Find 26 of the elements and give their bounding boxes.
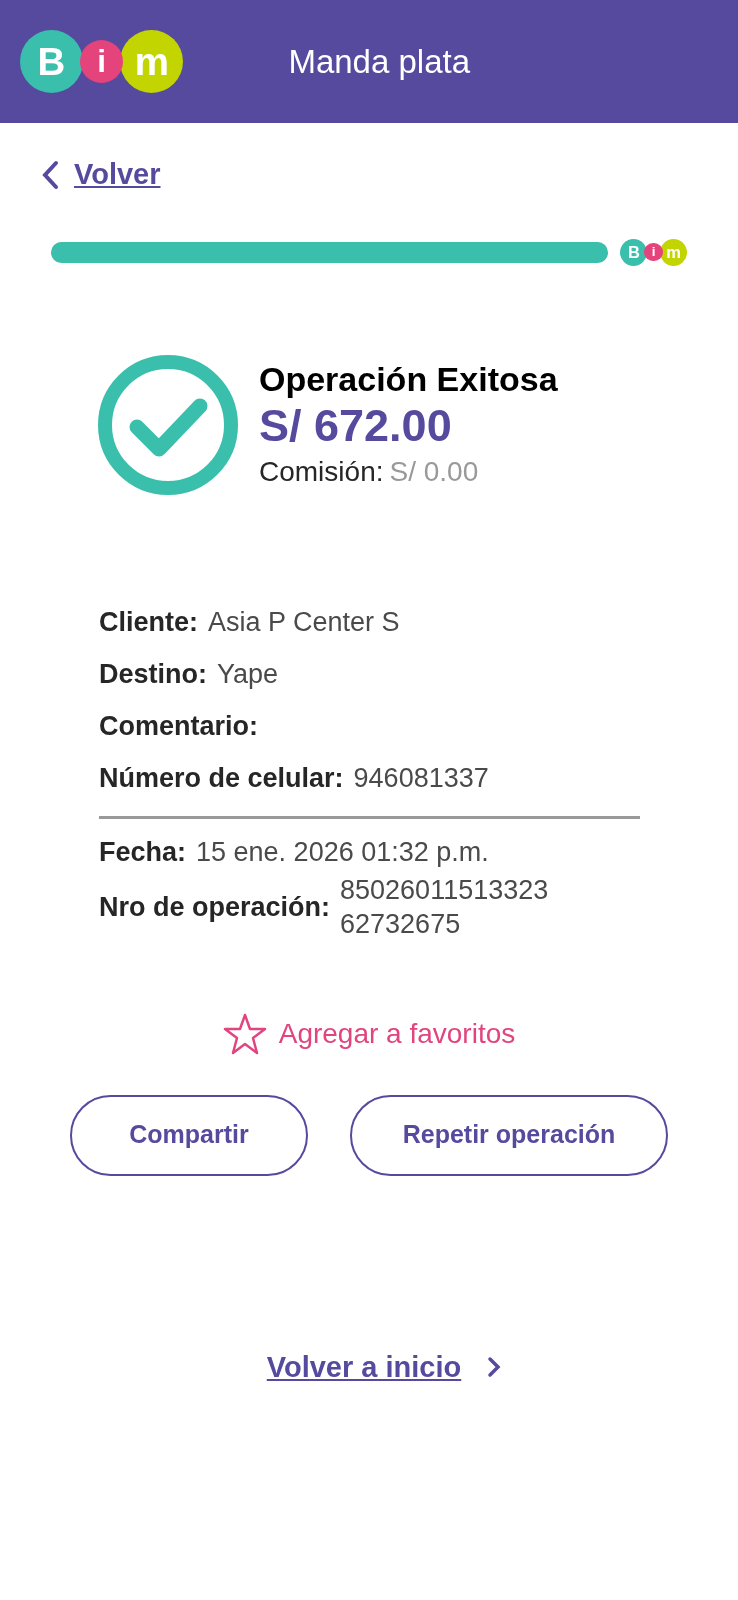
detail-label: Destino: [99,657,207,691]
fee-value: S/ 0.00 [389,454,479,489]
header-title: Manda plata [288,41,471,82]
check-circle-icon [97,353,239,496]
detail-label: Número de celular: [99,761,344,795]
detail-value: Yape [217,657,279,691]
detail-value: Asia P Center S [208,605,400,639]
app-logo: B i m [20,30,184,93]
add-favorite-button[interactable]: Agregar a favoritos [222,1012,516,1055]
detail-value: 8502601151332362732675 [340,873,550,941]
result-title: Operación Exitosa [259,358,558,400]
action-button[interactable]: Repetir operación [350,1094,668,1176]
back-link[interactable]: Volver [40,153,161,197]
amount: S/ 672.00 [259,399,453,452]
detail-label: Comentario: [99,709,258,743]
detail-value: 15 ene. 2026 01:32 p.m. [196,835,489,869]
chevron-right-icon [487,1356,502,1379]
detail-label: Fecha: [99,835,187,869]
detail-label: Nro de operación: [99,890,331,924]
detail-label: Cliente: [99,605,198,639]
fee-label: Comisión: [259,454,384,489]
chevron-left-icon [40,159,60,190]
progress-logo: B i m [620,238,687,266]
action-button[interactable]: Compartir [70,1094,308,1176]
detail-value: 946081337 [353,761,489,795]
home-link[interactable]: Volver a inicio [266,1345,502,1389]
